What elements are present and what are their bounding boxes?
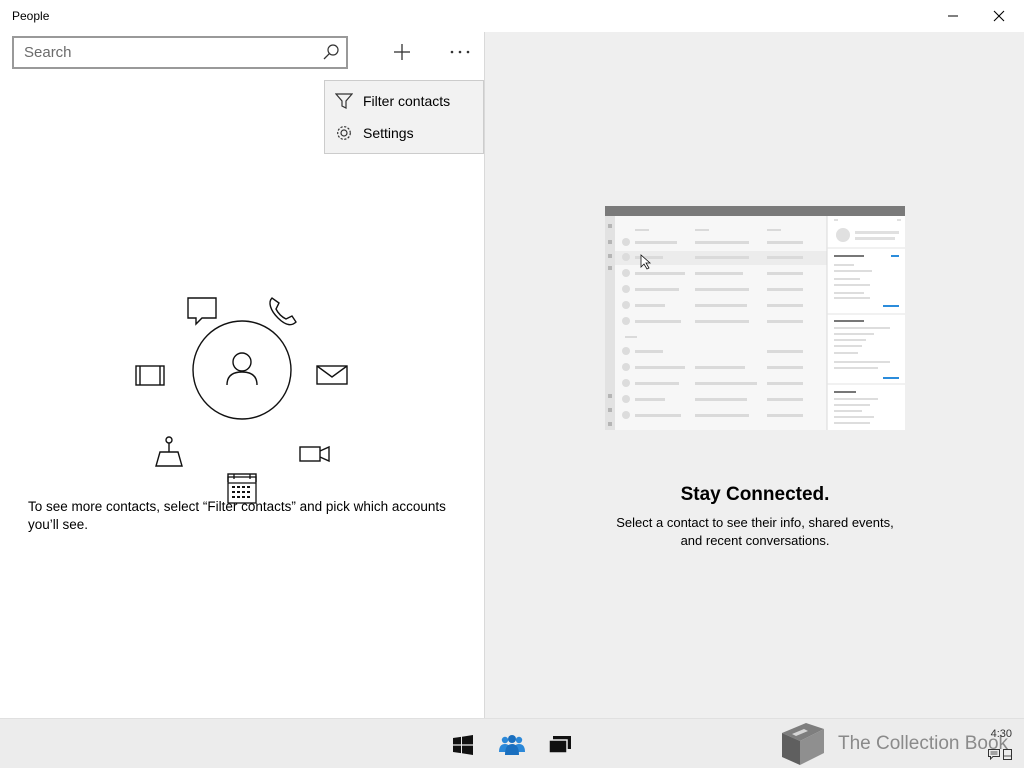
search-icon[interactable] xyxy=(322,43,340,66)
menu-item-label: Settings xyxy=(363,125,414,141)
action-center-icon[interactable] xyxy=(1003,749,1012,760)
people-icon xyxy=(499,735,525,755)
phone-icon xyxy=(269,297,297,326)
filter-icon xyxy=(325,92,363,110)
filter-hint-text: To see more contacts, select “Filter con… xyxy=(28,499,446,532)
stay-connected-title: Stay Connected. xyxy=(680,484,830,505)
taskbar: The Collection Book 4:30 xyxy=(0,718,1024,768)
more-options-menu: Filter contacts Settings xyxy=(324,80,484,154)
search-input[interactable] xyxy=(14,38,314,67)
mail-icon xyxy=(316,365,348,385)
person-icon xyxy=(226,352,258,386)
search-box[interactable] xyxy=(12,36,348,69)
minimize-button[interactable] xyxy=(930,0,976,32)
stay-connected-text: Select a contact to see their info, shar… xyxy=(616,515,894,548)
close-icon xyxy=(993,10,1005,22)
map-pin-icon xyxy=(155,436,183,467)
gear-icon xyxy=(325,124,363,142)
app-title: People xyxy=(12,9,50,23)
menu-item-settings[interactable]: Settings xyxy=(325,117,483,149)
start-button[interactable] xyxy=(445,727,481,763)
chat-icon xyxy=(187,297,217,326)
title-bar: People xyxy=(0,0,1024,32)
close-button[interactable] xyxy=(976,0,1022,32)
book-icon xyxy=(782,723,824,765)
task-view-button[interactable] xyxy=(542,727,578,763)
contacts-illustration xyxy=(135,297,348,482)
person-circle xyxy=(192,320,292,420)
system-tray xyxy=(988,749,1012,760)
more-options-button[interactable] xyxy=(444,36,476,68)
menu-item-label: Filter contacts xyxy=(363,93,451,109)
windows-logo-icon xyxy=(453,735,473,755)
add-contact-button[interactable] xyxy=(386,36,418,68)
people-app-taskbar-button[interactable] xyxy=(494,727,530,763)
video-camera-icon xyxy=(299,445,330,463)
watermark: The Collection Book 4:30 xyxy=(770,719,1024,769)
message-icon[interactable] xyxy=(988,749,1000,760)
minimize-icon xyxy=(948,15,958,17)
menu-item-filter-contacts[interactable]: Filter contacts xyxy=(325,85,483,117)
task-view-icon xyxy=(548,736,571,754)
details-pane: Stay Connected. Select a contact to see … xyxy=(484,32,1024,718)
watermark-text: The Collection Book xyxy=(838,733,1009,754)
clock[interactable]: 4:30 xyxy=(991,728,1012,740)
plus-icon xyxy=(394,44,410,60)
ellipsis-icon xyxy=(450,50,470,54)
film-icon xyxy=(135,365,165,386)
app-preview-illustration xyxy=(605,206,905,430)
